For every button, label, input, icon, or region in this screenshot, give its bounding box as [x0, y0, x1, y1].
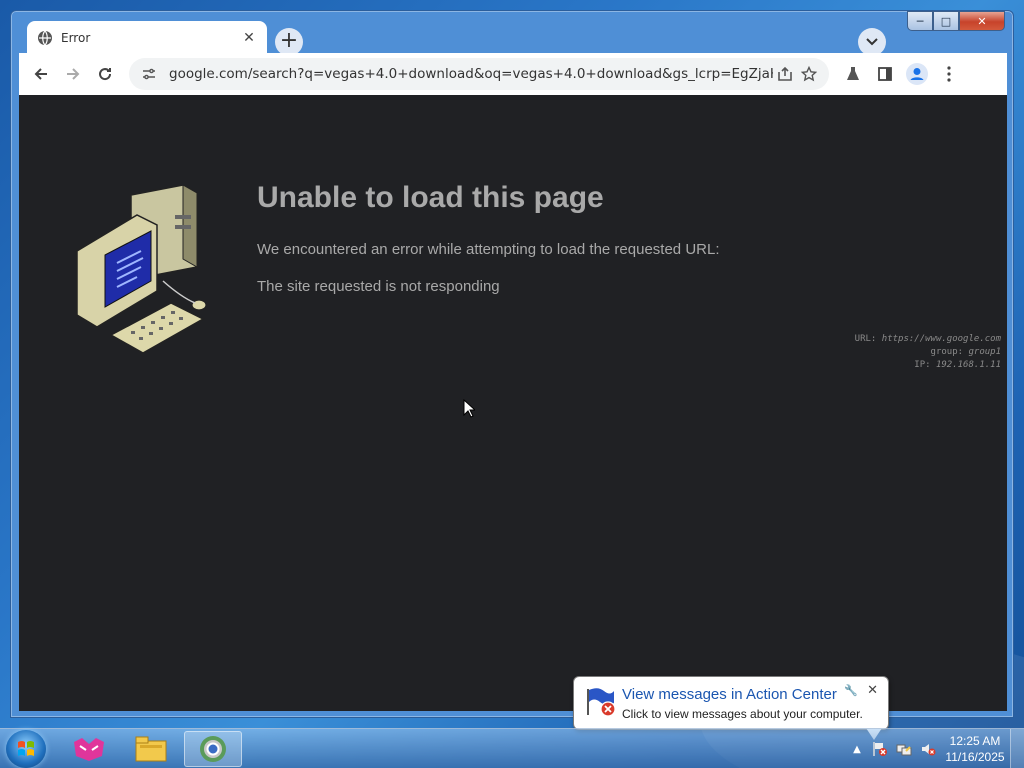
url-text[interactable]: google.com/search?q=vegas+4.0+download&o… — [161, 66, 773, 82]
new-tab-button[interactable]: + — [275, 28, 303, 56]
computer-illustration-icon — [76, 185, 207, 354]
windows-logo-icon — [18, 741, 34, 756]
person-glyph — [906, 63, 928, 85]
address-bar[interactable]: google.com/search?q=vegas+4.0+download&o… — [129, 58, 829, 90]
wrench-icon[interactable]: 🔧 — [844, 684, 858, 697]
arrow-left-icon — [34, 68, 47, 80]
bookmark-star-icon[interactable] — [797, 62, 821, 86]
meta-group-value: group1 — [968, 347, 1001, 357]
tab-search-button[interactable] — [858, 28, 886, 56]
start-button[interactable] — [6, 730, 46, 768]
error-message: We encountered an error while attempting… — [257, 241, 720, 258]
back-button[interactable] — [25, 58, 57, 90]
taskbar-clock[interactable]: 12:25 AM 11/16/2025 — [940, 733, 1010, 765]
speaker-mute-glyph — [922, 744, 936, 756]
network-glyph — [896, 744, 912, 756]
network-tray-icon[interactable] — [892, 741, 916, 757]
flag-error-glyph — [873, 742, 887, 756]
taskbar: ▲ 12:25 AM 11/16/2025 — [0, 728, 1024, 768]
tab-strip: Error ✕ + — [19, 19, 1005, 56]
meta-url-value: https://www.google.com — [881, 334, 1001, 344]
error-title: Unable to load this page — [257, 181, 604, 214]
browser-toolbar: google.com/search?q=vegas+4.0+download&o… — [19, 53, 1007, 95]
app-cat-icon — [74, 738, 104, 761]
share-icon[interactable] — [773, 62, 797, 86]
tab-close-icon[interactable]: ✕ — [241, 30, 257, 46]
action-center-tray-icon[interactable] — [868, 741, 892, 757]
arrow-right-icon — [67, 68, 80, 80]
clock-time: 12:25 AM — [949, 734, 1001, 748]
meta-ip-label: IP: — [914, 360, 931, 370]
labs-flask-icon[interactable] — [837, 58, 869, 90]
chrome-icon — [200, 736, 226, 762]
error-reason: The site requested is not responding — [257, 278, 500, 295]
tab-title: Error — [61, 31, 91, 45]
panel-glyph — [878, 67, 892, 81]
meta-url-row: URL: https://www.google.com — [855, 333, 1001, 346]
flask-glyph — [847, 67, 859, 80]
meta-ip-value: 192.168.1.11 — [935, 360, 1001, 370]
notification-close-icon[interactable]: ✕ — [867, 683, 878, 698]
error-page: Unable to load this page We encountered … — [19, 95, 1007, 711]
mouse-cursor-icon — [463, 399, 475, 418]
clock-date: 11/16/2025 — [945, 750, 1005, 764]
tune-icon — [143, 68, 155, 80]
taskbar-app-pinned[interactable] — [60, 731, 118, 767]
taskbar-explorer[interactable] — [122, 731, 180, 767]
show-desktop-button[interactable] — [1010, 729, 1024, 768]
notification-title[interactable]: View messages in Action Center — [622, 686, 837, 703]
site-settings-icon[interactable] — [137, 62, 161, 86]
reload-icon — [99, 68, 112, 81]
taskbar-chrome[interactable] — [184, 731, 242, 767]
request-metadata: URL: https://www.google.com group: group… — [855, 333, 1001, 372]
meta-ip-row: IP: 192.168.1.11 — [855, 359, 1001, 372]
profile-avatar-icon[interactable] — [901, 58, 933, 90]
action-center-flag-icon — [587, 688, 616, 717]
notification-subtitle: Click to view messages about your comput… — [622, 707, 863, 721]
volume-muted-tray-icon[interactable] — [916, 741, 940, 757]
chevron-down-icon — [866, 38, 878, 46]
star-glyph — [801, 66, 817, 82]
folder-icon — [135, 736, 167, 762]
action-center-notification[interactable]: View messages in Action Center Click to … — [573, 676, 889, 730]
tab-error[interactable]: Error ✕ — [27, 21, 267, 55]
reload-button[interactable] — [89, 58, 121, 90]
meta-url-label: URL: — [854, 334, 877, 344]
system-tray: ▲ 12:25 AM 11/16/2025 — [846, 729, 1024, 768]
show-hidden-icons-icon[interactable]: ▲ — [846, 744, 868, 755]
dots-glyph — [947, 66, 951, 82]
share-glyph — [778, 66, 792, 81]
meta-group-row: group: group1 — [855, 346, 1001, 359]
menu-kebab-icon[interactable] — [933, 58, 965, 90]
forward-button[interactable] — [57, 58, 89, 90]
side-panel-icon[interactable] — [869, 58, 901, 90]
meta-group-label: group: — [930, 347, 964, 357]
browser-window: ─ □ ✕ Error ✕ + google.com/search?q=vega… — [10, 10, 1014, 718]
globe-icon — [38, 30, 52, 46]
